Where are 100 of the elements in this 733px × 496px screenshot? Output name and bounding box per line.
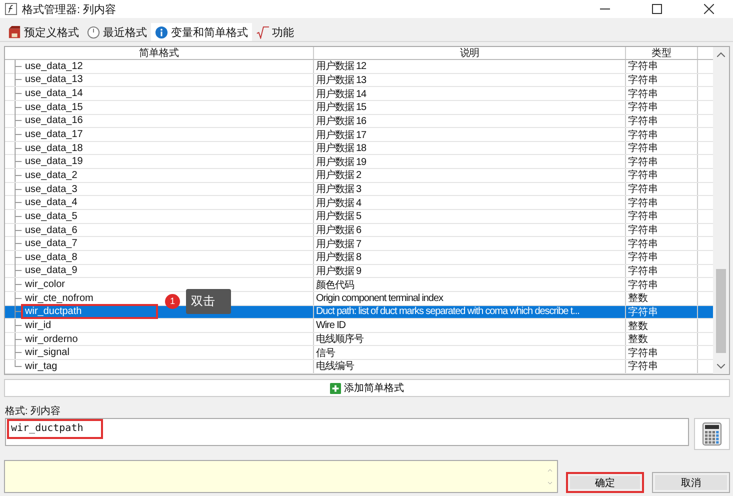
scroll-thumb[interactable] <box>716 269 726 353</box>
maximize-icon[interactable] <box>652 4 662 14</box>
table-row[interactable]: use_data_12 用户数据 12 字符串 <box>5 60 713 74</box>
formula-icon <box>5 3 17 15</box>
table-row[interactable]: wir_id Wire ID 整数 <box>5 319 713 333</box>
table-cell: 用户数据 18 <box>316 142 366 154</box>
table-cell-text: 字符串 <box>628 196 658 210</box>
calculator-icon <box>702 422 722 446</box>
square-root-icon <box>256 26 269 38</box>
table-row[interactable]: use_data_13 用户数据 13 字符串 <box>5 74 713 88</box>
table-cell-text: use_data_4 <box>24 197 78 208</box>
info-icon <box>155 26 168 38</box>
table-cell-text: use_data_3 <box>24 184 78 195</box>
column-header[interactable]: 类型 <box>626 47 698 59</box>
scroll-up-icon[interactable] <box>717 52 725 57</box>
table-row[interactable]: use_data_19 用户数据 19 字符串 <box>5 155 713 170</box>
table-row[interactable]: use_data_7 用户数据 7 字符串 <box>5 237 713 251</box>
tab[interactable]: 变量和简单格式 <box>151 23 252 41</box>
table-row[interactable]: use_data_4 用户数据 4 字符串 <box>5 196 713 210</box>
table-row[interactable]: use_data_16 用户数据 16 字符串 <box>5 114 713 128</box>
scrollbar[interactable] <box>713 47 729 374</box>
table-row[interactable]: use_data_9 用户数据 9 字符串 <box>5 264 713 278</box>
calculator-button[interactable] <box>694 418 730 450</box>
close-icon[interactable] <box>704 4 714 14</box>
table-cell-text: 字符串 <box>628 156 658 168</box>
table-row[interactable]: use_data_2 用户数据 2 字符串 <box>5 169 713 183</box>
table-cell: 字符串 <box>628 360 658 373</box>
field-value: wir_ductpath <box>9 421 102 437</box>
table-cell-text: 字符串 <box>628 128 658 141</box>
table-row[interactable]: use_data_18 用户数据 18 字符串 <box>5 142 713 156</box>
table-cell: 字符串 <box>628 306 658 318</box>
table-cell: 字符串 <box>628 224 658 236</box>
table-cell-text: use_data_7 <box>24 238 78 250</box>
dialog-button[interactable]: 取消 <box>652 472 730 493</box>
table-row[interactable]: use_data_6 用户数据 6 字符串 <box>5 224 713 238</box>
table-cell-text: 用户数据 14 <box>316 88 366 100</box>
table-cell: 用户数据 8 <box>316 250 362 264</box>
table-cell-text: wir_cte_nofrom <box>24 292 94 304</box>
table-cell: 字符串 <box>628 169 658 182</box>
table-cell: 用户数据 15 <box>316 100 366 114</box>
table-cell-text: 信号 <box>316 346 335 360</box>
table-cell: 字符串 <box>628 182 658 196</box>
scroll-up-icon[interactable] <box>546 469 554 472</box>
table-cell-text: wir_tag <box>24 360 58 372</box>
table-cell-text: 字符串 <box>628 278 658 291</box>
dialog-button[interactable]: 确定 <box>566 472 644 493</box>
scroll-down-icon[interactable] <box>717 364 725 369</box>
table-cell-text: 字符串 <box>628 346 658 360</box>
format-label: 格式: 列内容 <box>5 404 62 418</box>
table-cell-text: wir_orderno <box>24 334 79 345</box>
clock-icon <box>87 26 100 38</box>
table-cell: 字符串 <box>628 100 658 114</box>
table-cell-text: 整数 <box>628 292 648 305</box>
table-cell: 用户数据 16 <box>316 114 366 128</box>
tab[interactable]: 预定义格式 <box>4 23 83 41</box>
step-badge: 1 <box>165 294 180 309</box>
table-row[interactable]: use_data_17 用户数据 17 字符串 <box>5 128 713 142</box>
table-cell: 字符串 <box>628 250 658 264</box>
table-cell-text: use_data_9 <box>24 265 78 276</box>
tab[interactable]: 最近格式 <box>83 23 151 41</box>
table-row[interactable]: wir_signal 信号 字符串 <box>5 346 713 360</box>
table-cell-text: use_data_19 <box>24 156 84 168</box>
table-row[interactable]: use_data_8 用户数据 8 字符串 <box>5 250 713 265</box>
table-cell: 用户数据 6 <box>316 224 362 236</box>
table-cell: 字符串 <box>628 114 658 128</box>
table-cell-text: use_data_12 <box>24 60 84 72</box>
table-cell-text: 颜色代码 <box>316 278 354 291</box>
table-cell: 用户数据 9 <box>316 264 362 278</box>
scroll-down-icon[interactable] <box>546 482 554 484</box>
table-cell-text: use_data_2 <box>24 170 78 181</box>
table-cell-text: 用户数据 4 <box>316 196 362 210</box>
table-cell: 电线编号 <box>316 360 354 373</box>
table-cell: 用户数据 2 <box>316 169 362 182</box>
table-cell: Origin component terminal index <box>316 292 443 304</box>
table-cell: 电线顺序号 <box>316 332 364 346</box>
table-row[interactable]: wir_ductpath Duct path: list of duct marks separated with coma which describe t... 字符串 <box>5 306 713 320</box>
table-row[interactable]: use_data_14 用户数据 14 字符串 <box>5 87 713 101</box>
add-format-button[interactable]: 添加简单格式 <box>4 379 730 397</box>
format-field[interactable]: wir_ductpath <box>5 418 689 446</box>
table-cell-text: use_data_15 <box>24 102 84 113</box>
table-cell-text: use_data_13 <box>24 74 84 86</box>
plus-icon <box>330 382 341 394</box>
table-row[interactable]: wir_orderno 电线顺序号 整数 <box>5 332 713 346</box>
table-cell-text: 整数 <box>628 333 648 346</box>
table-cell-text: use_data_18 <box>24 142 84 154</box>
table-cell-text: 用户数据 7 <box>316 238 362 250</box>
table-row[interactable]: use_data_5 用户数据 5 字符串 <box>5 210 713 224</box>
table-row[interactable]: wir_tag 电线编号 字符串 <box>5 360 713 374</box>
column-header[interactable]: 说明 <box>314 47 626 59</box>
table-cell-text: use_data_17 <box>24 129 84 140</box>
table-cell-text: 字符串 <box>628 238 658 250</box>
table-row[interactable]: use_data_15 用户数据 15 字符串 <box>5 100 713 115</box>
table-row[interactable]: use_data_3 用户数据 3 字符串 <box>5 182 713 196</box>
table-cell-text: use_data_16 <box>24 115 84 126</box>
column-header[interactable]: 简单格式 <box>5 47 314 59</box>
table-cell-text: wir_signal <box>24 347 70 358</box>
tab[interactable]: 功能 <box>252 23 298 41</box>
table-cell-text: use_data_14 <box>24 88 84 100</box>
table-cell: 字符串 <box>628 74 658 86</box>
table-cell: 用户数据 13 <box>316 74 366 86</box>
